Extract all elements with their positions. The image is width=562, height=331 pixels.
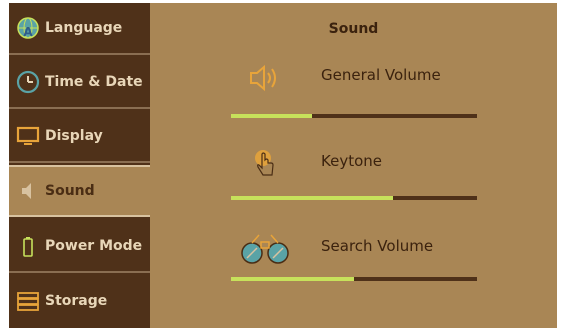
general-volume-slider[interactable]	[231, 114, 477, 118]
sidebar-item-label: Time & Date	[45, 74, 143, 90]
sidebar-item-time-date[interactable]: Time & Date	[9, 57, 150, 109]
svg-text:A: A	[23, 25, 33, 39]
speaker-icon	[15, 178, 41, 204]
slider-fill	[231, 277, 354, 281]
clock-icon	[15, 69, 41, 95]
storage-icon	[15, 288, 41, 314]
keytone-label: Keytone	[321, 152, 382, 170]
slider-fill	[231, 114, 313, 118]
sidebar-item-label: Storage	[45, 293, 108, 309]
sidebar-item-sound[interactable]: Sound	[9, 165, 150, 217]
general-volume-label: General Volume	[321, 66, 441, 84]
globe-icon: A	[15, 15, 41, 41]
sidebar: A Language Time & Date Display Sound Pow…	[9, 3, 150, 328]
sidebar-item-label: Power Mode	[45, 238, 143, 254]
battery-icon	[15, 233, 41, 259]
keytone-slider[interactable]	[231, 196, 477, 200]
monitor-icon	[15, 123, 41, 149]
binoculars-icon	[238, 227, 292, 267]
sidebar-item-storage[interactable]: Storage	[9, 275, 150, 327]
sidebar-item-language[interactable]: A Language	[9, 3, 150, 55]
sidebar-item-display[interactable]: Display	[9, 111, 150, 163]
search-volume-slider[interactable]	[231, 277, 477, 281]
settings-window: A Language Time & Date Display Sound Pow…	[0, 0, 562, 331]
touch-hand-icon	[248, 147, 282, 181]
page-title: Sound	[328, 21, 379, 37]
sound-settings-panel: Sound General Volume Keytone Search Volu…	[150, 3, 557, 328]
sidebar-item-label: Display	[45, 128, 103, 144]
sidebar-item-label: Sound	[45, 183, 95, 199]
search-volume-label: Search Volume	[321, 237, 434, 255]
sidebar-item-power-mode[interactable]: Power Mode	[9, 221, 150, 273]
slider-fill	[231, 196, 394, 200]
speaker-volume-icon	[248, 61, 282, 95]
sidebar-item-label: Language	[45, 20, 123, 36]
